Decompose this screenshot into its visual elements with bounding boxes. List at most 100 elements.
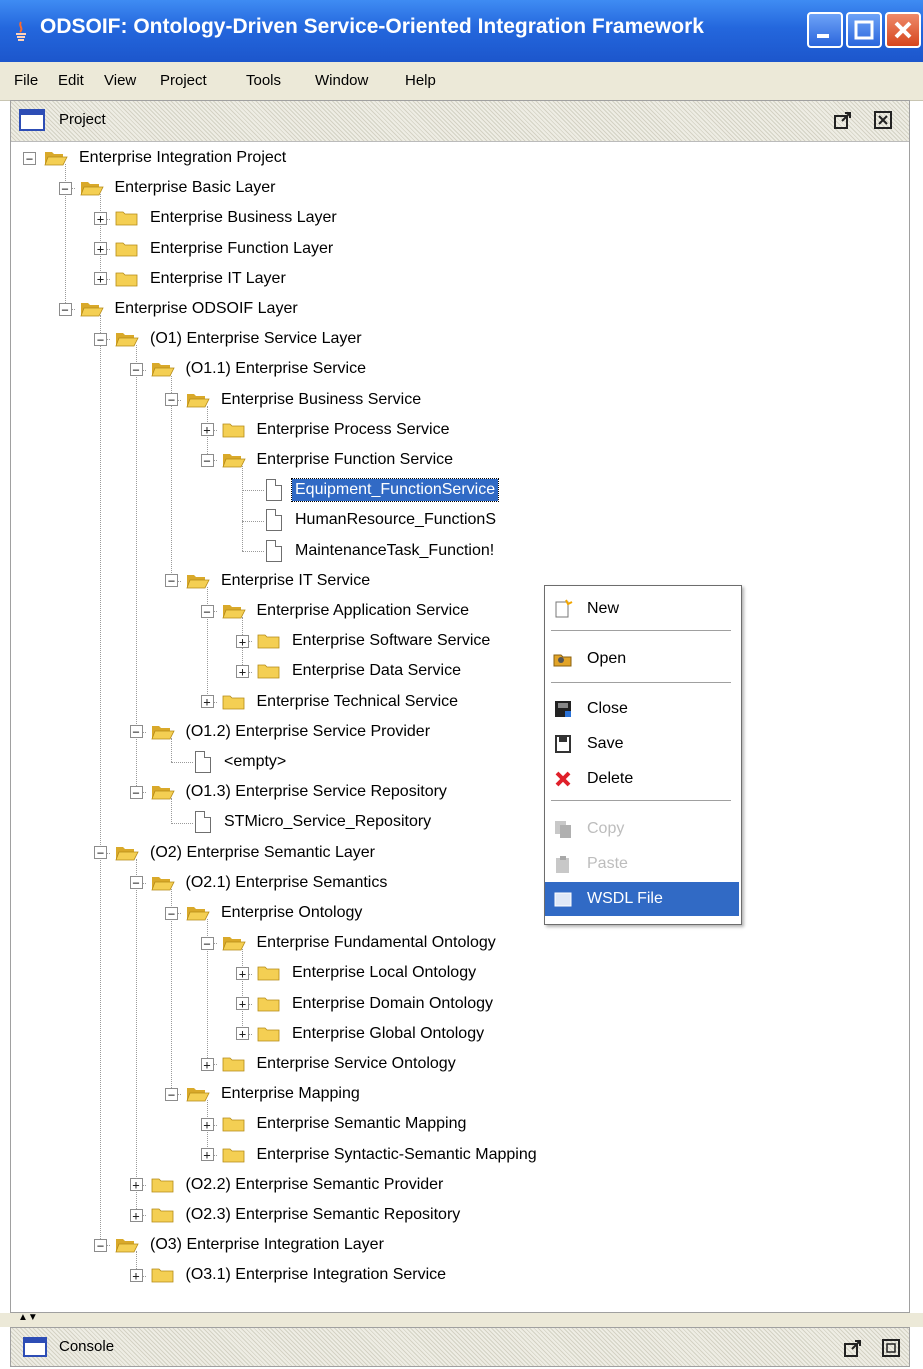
expand-icon[interactable]: + [129,1208,143,1222]
expand-icon[interactable]: + [200,423,214,437]
tree-node[interactable]: − (O1.3) Enterprise Service Repository [129,777,450,807]
tree-node[interactable]: − Enterprise Business Service [165,385,424,415]
close-window-button[interactable] [885,12,921,48]
menu-item-close[interactable]: Close [545,692,739,726]
project-tree[interactable]: − Enterprise Integration Project − Enterpri… [11,143,909,1313]
tree-node[interactable]: − Enterprise Basic Layer [58,173,279,203]
menu-item-paste[interactable]: Paste [545,847,739,881]
expand-icon[interactable]: + [236,664,249,678]
tree-node[interactable]: − Enterprise Application Service [200,596,473,626]
tree-node[interactable]: − Enterprise IT Service [165,566,373,596]
tree-node[interactable]: + Enterprise Service Ontology [200,1049,459,1079]
tree-node[interactable]: + (O2.3) Enterprise Semantic Repository [129,1200,464,1230]
tree-node[interactable]: + Enterprise Syntactic-Semantic Mapping [200,1140,540,1170]
tree-node[interactable]: + (O2.2) Enterprise Semantic Provider [129,1170,447,1200]
collapse-icon[interactable]: − [200,936,214,950]
menu-item-open[interactable]: Open [545,642,739,676]
expand-icon[interactable]: + [236,1027,249,1041]
collapse-icon[interactable]: − [165,906,178,920]
panel-splitter[interactable]: ▲▼ [0,1313,923,1327]
tree-node[interactable]: − (O2.1) Enterprise Semantics [129,868,391,898]
tree-node[interactable]: + Enterprise Local Ontology [236,958,479,988]
folder-open-icon [150,363,175,377]
collapse-icon[interactable]: − [200,453,214,467]
menu-item-wsdl-file[interactable]: WSDL File [545,882,739,916]
collapse-icon[interactable]: − [94,332,107,346]
tree-node[interactable]: + Enterprise Process Service [200,415,453,445]
console-panel-header[interactable]: Console [10,1327,910,1367]
minimize-console-button[interactable] [881,1338,901,1358]
expand-icon[interactable]: + [94,211,107,225]
tree-node[interactable]: − Enterprise ODSOIF Layer [58,294,301,324]
menu-item-delete[interactable]: Delete [545,762,739,796]
tree-node[interactable]: + (O3.1) Enterprise Integration Service [129,1260,450,1290]
undock-button[interactable] [833,110,853,130]
expand-icon[interactable]: + [129,1178,143,1192]
expand-icon[interactable]: + [236,997,249,1011]
expand-icon[interactable]: + [200,1117,214,1131]
maximize-button[interactable] [846,12,882,48]
expand-icon[interactable]: + [200,695,214,709]
menu-item-new[interactable]: New [545,592,739,626]
expand-icon[interactable]: + [236,966,249,980]
collapse-icon[interactable]: − [165,1087,178,1101]
expand-icon[interactable]: + [129,1268,143,1282]
menu-help[interactable]: Help [405,72,436,89]
tree-node-label: Enterprise Function Service [256,451,454,468]
tree-node[interactable]: − (O2) Enterprise Semantic Layer [94,838,378,868]
menu-edit[interactable]: Edit [58,72,84,89]
collapse-icon[interactable]: − [94,1238,107,1252]
tree-node[interactable]: + Enterprise Global Ontology [236,1019,487,1049]
collapse-icon[interactable]: − [165,574,178,588]
collapse-icon[interactable]: − [58,302,72,316]
tree-node[interactable]: <empty> [165,747,289,777]
minimize-button[interactable] [807,12,843,48]
menu-file[interactable]: File [14,72,38,89]
tree-node[interactable]: + Enterprise Business Layer [94,203,340,233]
tree-node[interactable]: Equipment_FunctionService [236,475,500,505]
splitter-arrows-icon[interactable]: ▲▼ [18,1313,38,1323]
undock-console-button[interactable] [843,1338,863,1358]
collapse-icon[interactable]: − [58,181,72,195]
menu-item-copy[interactable]: Copy [545,812,739,846]
tree-node[interactable]: − (O1.2) Enterprise Service Provider [129,717,434,747]
collapse-icon[interactable]: − [129,362,143,376]
menu-project[interactable]: Project [160,72,207,89]
collapse-icon[interactable]: − [23,151,36,165]
tree-node[interactable]: MaintenanceTask_Function! [236,536,497,566]
tree-node[interactable]: + Enterprise Data Service [236,656,464,686]
menu-tools[interactable]: Tools [246,72,281,89]
tree-node[interactable]: + Enterprise Technical Service [200,687,462,717]
collapse-icon[interactable]: − [129,876,143,890]
close-panel-button[interactable] [873,110,893,130]
tree-node[interactable]: − Enterprise Fundamental Ontology [200,928,499,958]
collapse-icon[interactable]: − [165,393,178,407]
tree-node[interactable]: − Enterprise Function Service [200,445,457,475]
expand-icon[interactable]: + [200,1148,214,1162]
tree-node[interactable]: + Enterprise Function Layer [94,234,336,264]
collapse-icon[interactable]: − [94,846,107,860]
tree-node[interactable]: HumanResource_FunctionS [236,505,499,535]
tree-node[interactable]: + Enterprise Software Service [236,626,493,656]
collapse-icon[interactable]: − [129,725,143,739]
tree-node[interactable]: − Enterprise Ontology [165,898,365,928]
tree-node[interactable]: + Enterprise Semantic Mapping [200,1109,470,1139]
expand-icon[interactable]: + [236,634,249,648]
title-bar[interactable]: ODSOIF: Ontology-Driven Service-Oriented… [0,0,923,62]
collapse-icon[interactable]: − [129,785,143,799]
menu-view[interactable]: View [104,72,136,89]
tree-node[interactable]: + Enterprise IT Layer [94,264,289,294]
tree-node[interactable]: − Enterprise Integration Project [23,143,289,173]
tree-node[interactable]: − Enterprise Mapping [165,1079,363,1109]
menu-item-save[interactable]: Save [545,727,739,761]
expand-icon[interactable]: + [200,1057,214,1071]
expand-icon[interactable]: + [94,242,107,256]
tree-node[interactable]: − (O3) Enterprise Integration Layer [94,1230,387,1260]
tree-node[interactable]: + Enterprise Domain Ontology [236,989,496,1019]
menu-window[interactable]: Window [315,72,368,89]
collapse-icon[interactable]: − [200,604,214,618]
tree-node[interactable]: STMicro_Service_Repository [165,807,434,837]
expand-icon[interactable]: + [94,272,107,286]
tree-node[interactable]: − (O1) Enterprise Service Layer [94,324,365,354]
tree-node[interactable]: − (O1.1) Enterprise Service [129,354,370,384]
